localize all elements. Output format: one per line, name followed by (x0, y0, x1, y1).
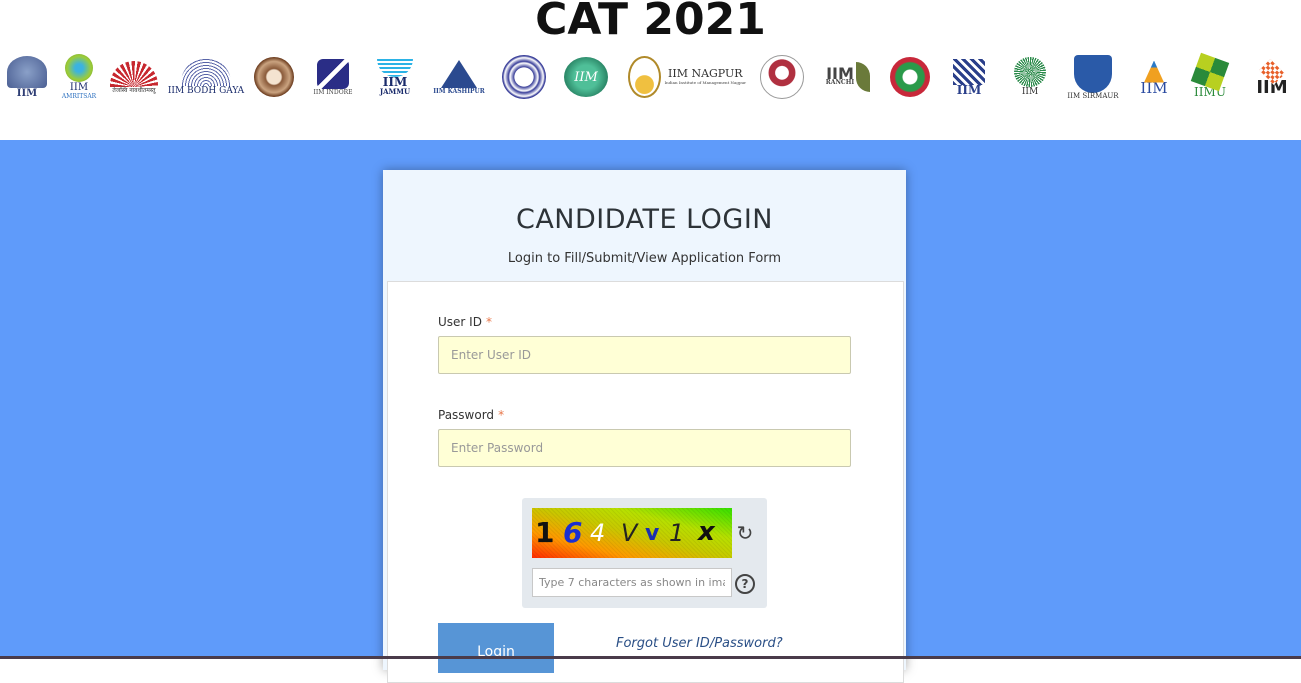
required-asterisk: * (485, 315, 492, 329)
logo-iim-ahmedabad: IIM (6, 46, 48, 108)
password-input[interactable] (438, 429, 851, 467)
login-form: User ID* Password* 1 6 4 V v 1 x ↻ ? Log… (387, 281, 904, 683)
logo-iim-indore: IIM INDORE (313, 46, 353, 108)
logo-iim-amritsar: IIM AMRITSAR (62, 46, 96, 108)
captcha-char: v (645, 521, 660, 546)
logo-iim-bangalore: तेजस्वि नावधीतमस्तु (108, 46, 160, 108)
logo-iim-calcutta (252, 46, 296, 108)
logo-iim-ranchi: IIM RANCHI (821, 46, 875, 108)
login-card: CANDIDATE LOGIN Login to Fill/Submit/Vie… (383, 170, 906, 683)
required-asterisk: * (498, 408, 505, 422)
captcha-char: 6 (563, 516, 583, 549)
logo-iim-sirmaur: IIM SIRMAUR (1066, 46, 1120, 108)
captcha-help-icon[interactable]: ? (735, 574, 755, 594)
logo-iim-bodh-gaya: IIM BODH GAYA (168, 46, 244, 108)
logo-iim-lucknow: IIM (563, 46, 609, 108)
page-header: CAT 2021 IIM IIM AMRITSAR तेजस्वि नावधीत… (0, 0, 1301, 140)
iim-logos-strip: IIM IIM AMRITSAR तेजस्वि नावधीतमस्तु IIM… (0, 46, 1301, 108)
logo-iim-sambalpur: IIM (948, 46, 990, 108)
logo-iim-rohtak (888, 46, 932, 108)
logo-iim-jammu: IIM JAMMU (372, 46, 418, 108)
logo-iim-raipur (759, 46, 805, 108)
captcha-char: x (698, 517, 715, 547)
cat-title: CAT 2021 (535, 0, 766, 45)
logo-iim-kashipur: IIM KASHIPUR (433, 46, 485, 108)
password-label: Password * (438, 408, 504, 422)
logo-iim-shillong: IIM (1010, 46, 1050, 108)
refresh-captcha-icon[interactable]: ↻ (734, 522, 756, 544)
captcha-image: 1 6 4 V v 1 x (532, 508, 732, 558)
user-id-input[interactable] (438, 336, 851, 374)
captcha-char: 4 (590, 519, 606, 547)
logo-iim-visakhapatnam: IIM (1250, 46, 1294, 108)
user-id-label-text: User ID (438, 315, 482, 329)
logo-iim-trichy: IIM (1136, 46, 1172, 108)
captcha-char: 1 (669, 519, 685, 547)
captcha-input[interactable] (532, 568, 732, 597)
login-subtitle: Login to Fill/Submit/View Application Fo… (507, 251, 782, 266)
logo-iim-udaipur: IIMU (1190, 46, 1230, 108)
captcha-box: 1 6 4 V v 1 x ↻ ? (522, 498, 767, 608)
login-button[interactable]: Login (438, 623, 554, 673)
logo-iim-kozhikode (500, 46, 548, 108)
captcha-char: V (621, 519, 638, 547)
logo-iim-nagpur: IIM NAGPUR Indian Institute of Managemen… (628, 46, 746, 108)
forgot-credentials-link[interactable]: Forgot User ID/Password? (616, 636, 783, 651)
password-label-text: Password (438, 408, 495, 422)
captcha-char: 1 (535, 516, 555, 549)
user-id-label: User ID * (438, 315, 492, 329)
login-title: CANDIDATE LOGIN (515, 204, 773, 235)
